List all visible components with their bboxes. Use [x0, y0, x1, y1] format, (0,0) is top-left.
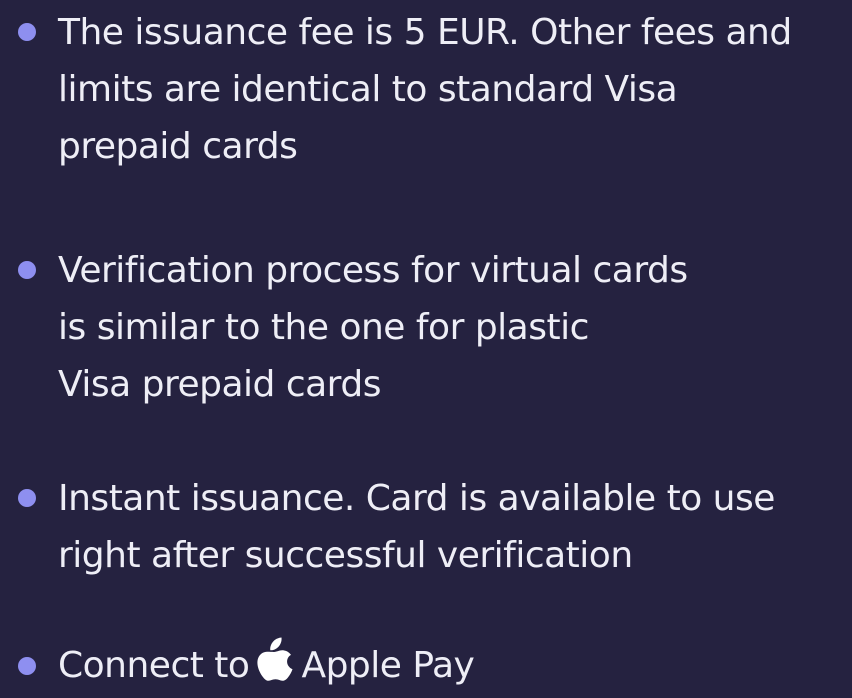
feature-line: Verification process for virtual cards	[58, 250, 688, 291]
feature-instant-issuance: Instant issuance. Card is available to u…	[58, 470, 848, 584]
feature-line: prepaid cards	[58, 126, 298, 167]
feature-issuance-fee: The issuance fee is 5 EUR. Other fees an…	[58, 4, 848, 175]
feature-line: is similar to the one for plastic	[58, 307, 589, 348]
feature-line: limits are identical to standard Visa	[58, 69, 678, 110]
feature-line: Instant issuance. Card is available to u…	[58, 478, 775, 519]
feature-line: Visa prepaid cards	[58, 364, 381, 405]
feature-apple-pay: Connect to Apple Pay	[58, 637, 848, 698]
bullet-dot	[18, 23, 36, 41]
bullet-dot	[18, 489, 36, 507]
bullet-dot	[18, 657, 36, 675]
bullet-dot	[18, 261, 36, 279]
feature-line: The issuance fee is 5 EUR. Other fees an…	[58, 12, 792, 53]
apple-logo-icon	[253, 637, 295, 698]
feature-verification: Verification process for virtual cards i…	[58, 242, 848, 413]
apple-pay-label: Apple Pay	[301, 645, 475, 686]
feature-line: right after successful verification	[58, 535, 633, 576]
feature-list: The issuance fee is 5 EUR. Other fees an…	[0, 0, 852, 686]
apple-pay-prefix: Connect to	[58, 645, 250, 686]
